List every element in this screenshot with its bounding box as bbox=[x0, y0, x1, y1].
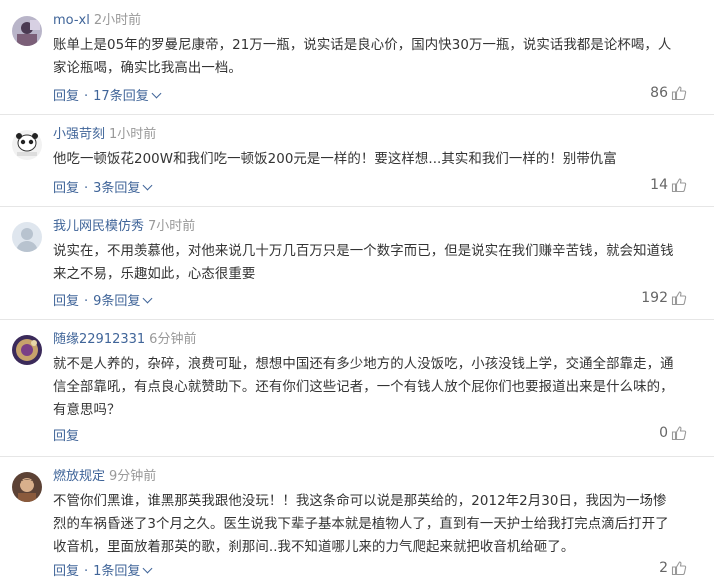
thumbs-up-icon[interactable] bbox=[671, 425, 687, 441]
username-link[interactable]: mo-xl bbox=[53, 13, 90, 28]
chevron-down-icon bbox=[142, 180, 153, 191]
comment-item: 我儿网民模仿秀 7小时前 说实在，不用羡慕他，对他来说几十万几百万只是一个数字而已… bbox=[0, 206, 714, 320]
reply-button[interactable]: 回复 bbox=[53, 564, 79, 579]
replies-count: 9条回复 bbox=[93, 294, 141, 309]
chevron-down-icon bbox=[151, 88, 162, 99]
comment-text: 他吃一顿饭花200W和我们吃一顿饭200元是一样的！要这样想...其实和我们一样… bbox=[53, 152, 617, 167]
replies-count: 1条回复 bbox=[93, 564, 141, 579]
separator-dot: · bbox=[84, 89, 89, 104]
like-count: 86 bbox=[650, 85, 687, 101]
comment-item: 随缘22912331 6分钟前 就不是人养的，杂碎，浪费可耻，想想中国还有多少地方… bbox=[0, 319, 714, 457]
comment-text: 不管你们黑谁，谁黑那英我跟他没玩！！我这条命可以说是那英给的，2012年2月30… bbox=[53, 494, 669, 555]
view-replies-button[interactable]: 1条回复 bbox=[93, 563, 153, 579]
comment-header: 随缘22912331 6分钟前 bbox=[53, 331, 196, 349]
thumbs-up-icon[interactable] bbox=[671, 177, 687, 193]
comment-header: mo-xl 2小时前 bbox=[53, 12, 141, 30]
separator-dot: · bbox=[84, 564, 89, 579]
username-link[interactable]: 随缘22912331 bbox=[53, 332, 145, 347]
avatar[interactable] bbox=[12, 472, 42, 502]
like-number: 192 bbox=[641, 290, 668, 306]
comment-header: 燃放规定 9分钟前 bbox=[53, 468, 156, 486]
comment-list: mo-xl 2小时前 账单上是05年的罗曼尼康帝，21万一瓶，说实话是良心价，国内… bbox=[0, 0, 714, 587]
thumbs-up-icon[interactable] bbox=[671, 560, 687, 576]
like-count: 192 bbox=[641, 290, 687, 306]
like-count: 0 bbox=[659, 425, 687, 441]
comment-item: mo-xl 2小时前 账单上是05年的罗曼尼康帝，21万一瓶，说实话是良心价，国内… bbox=[0, 0, 714, 115]
like-number: 2 bbox=[659, 560, 668, 576]
comment-header: 我儿网民模仿秀 7小时前 bbox=[53, 218, 195, 236]
view-replies-button[interactable]: 17条回复 bbox=[93, 88, 162, 104]
comment-header: 小强苛刻 1小时前 bbox=[53, 126, 156, 144]
comment-actions: 回复 bbox=[53, 425, 79, 444]
view-replies-button[interactable]: 9条回复 bbox=[93, 293, 153, 309]
like-number: 0 bbox=[659, 425, 668, 441]
like-count: 14 bbox=[650, 177, 687, 193]
reply-button[interactable]: 回复 bbox=[53, 89, 79, 104]
like-number: 14 bbox=[650, 177, 668, 193]
reply-button[interactable]: 回复 bbox=[53, 429, 79, 444]
username-link[interactable]: 小强苛刻 bbox=[53, 127, 105, 142]
avatar[interactable] bbox=[12, 16, 42, 46]
avatar[interactable] bbox=[12, 335, 42, 365]
thumbs-up-icon[interactable] bbox=[671, 290, 687, 306]
comment-actions: 回复 · 3条回复 bbox=[53, 177, 153, 196]
comment-item: 燃放规定 9分钟前 不管你们黑谁，谁黑那英我跟他没玩！！我这条命可以说是那英给的，… bbox=[0, 456, 714, 587]
comment-text: 说实在，不用羡慕他，对他来说几十万几百万只是一个数字而已，但是说实在我们赚辛苦钱… bbox=[53, 244, 674, 282]
comment-actions: 回复 · 17条回复 bbox=[53, 85, 162, 104]
chevron-down-icon bbox=[142, 563, 153, 574]
comment-actions: 回复 · 9条回复 bbox=[53, 290, 153, 309]
like-number: 86 bbox=[650, 85, 668, 101]
replies-count: 3条回复 bbox=[93, 181, 141, 196]
username-link[interactable]: 我儿网民模仿秀 bbox=[53, 219, 144, 234]
timestamp: 7小时前 bbox=[148, 219, 196, 234]
avatar[interactable] bbox=[12, 222, 42, 252]
separator-dot: · bbox=[84, 294, 89, 309]
comment-text: 账单上是05年的罗曼尼康帝，21万一瓶，说实话是良心价，国内快30万一瓶，说实话… bbox=[53, 38, 672, 76]
replies-count: 17条回复 bbox=[93, 89, 149, 104]
comment-actions: 回复 · 1条回复 bbox=[53, 560, 153, 579]
avatar[interactable] bbox=[12, 130, 42, 160]
timestamp: 2小时前 bbox=[93, 13, 142, 28]
chevron-down-icon bbox=[142, 293, 153, 304]
reply-button[interactable]: 回复 bbox=[53, 294, 79, 309]
view-replies-button[interactable]: 3条回复 bbox=[93, 180, 153, 196]
timestamp: 1小时前 bbox=[109, 127, 157, 142]
thumbs-up-icon[interactable] bbox=[671, 85, 687, 101]
reply-button[interactable]: 回复 bbox=[53, 181, 79, 196]
separator-dot: · bbox=[84, 181, 89, 196]
timestamp: 6分钟前 bbox=[149, 332, 197, 347]
comment-text: 就不是人养的，杂碎，浪费可耻，想想中国还有多少地方的人没饭吃，小孩没钱上学，交通… bbox=[53, 357, 674, 418]
comment-item: 小强苛刻 1小时前 他吃一顿饭花200W和我们吃一顿饭200元是一样的！要这样想.… bbox=[0, 114, 714, 207]
timestamp: 9分钟前 bbox=[109, 469, 157, 484]
username-link[interactable]: 燃放规定 bbox=[53, 469, 105, 484]
like-count: 2 bbox=[659, 560, 687, 576]
